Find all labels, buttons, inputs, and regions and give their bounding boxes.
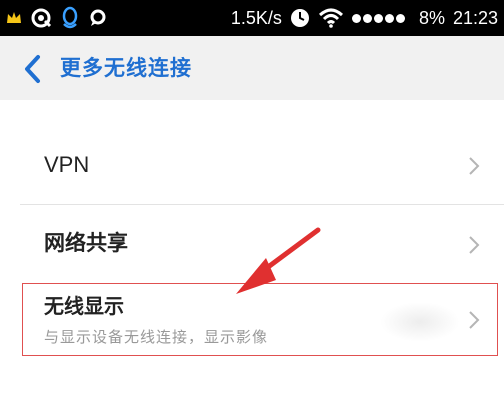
browser-icon [30,7,52,29]
chevron-right-icon [469,157,480,175]
back-button[interactable] [18,52,48,86]
status-bar-right: 1.5K/s 8% 21:23 [231,6,498,30]
signal-strength-icon [351,13,405,23]
status-bar: 1.5K/s 8% 21:23 [0,0,504,36]
network-speed: 1.5K/s [230,7,282,28]
status-bar-left [6,6,108,30]
battery-level: 8% [418,7,445,28]
list-item-wireless-display[interactable]: 无线显示 与显示设备无线连接，显示影像 [20,282,504,354]
list-item-label: VPN [44,152,90,177]
background-smudge [380,302,460,342]
list-item-network-sharing[interactable]: 网络共享 [20,205,504,281]
list-item-description: 与显示设备无线连接，显示影像 [44,328,269,346]
chevron-left-icon [25,55,40,83]
list-item-vpn[interactable]: VPN [20,124,504,205]
status-time: 21:23 [452,7,498,28]
list-item-label: 网络共享 [44,231,128,255]
chevron-right-icon [469,236,480,254]
chevron-right-icon [469,311,480,329]
clock-icon [290,8,310,28]
list-item-label: 无线显示 [44,294,124,318]
chat-icon [88,8,108,28]
crown-icon [6,11,22,25]
wifi-icon [318,8,344,28]
qq-icon [60,6,80,30]
page-title: 更多无线连接 [60,56,192,80]
page-header: 更多无线连接 [0,36,504,100]
